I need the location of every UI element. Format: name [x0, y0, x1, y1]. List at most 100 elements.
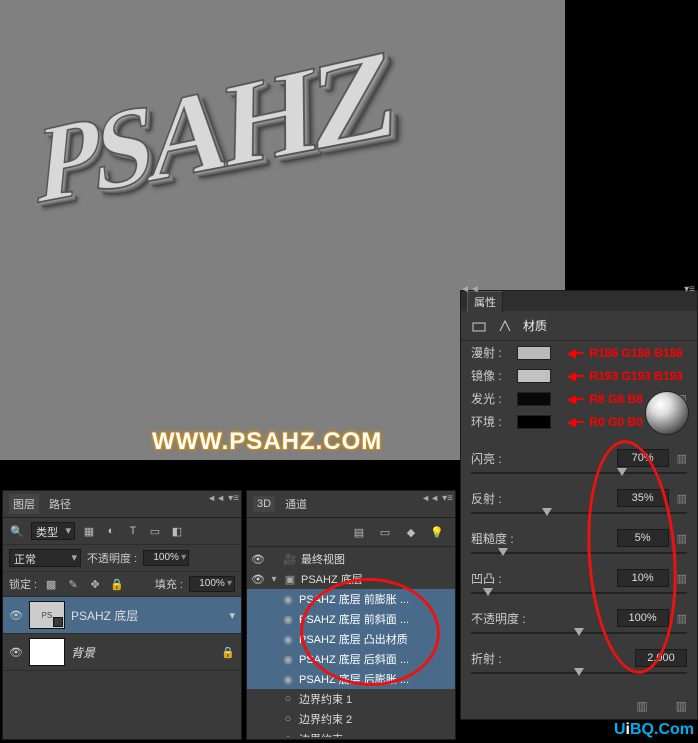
channels-tab[interactable]: 通道: [281, 494, 311, 514]
properties-panel-header[interactable]: ◄◄ 属性 ▾≡: [461, 291, 697, 311]
tree-row-material[interactable]: ◉ PSAHZ 底层 后膨胀 ...: [247, 669, 455, 689]
layers-menu-icon[interactable]: ▾≡: [228, 493, 239, 504]
filter-scene-icon[interactable]: ▤: [351, 524, 367, 540]
refract-value[interactable]: 2.000: [635, 649, 687, 667]
filter-material-icon[interactable]: ◆: [403, 524, 419, 540]
fill-value[interactable]: 100%: [189, 576, 235, 592]
material-tool-icon[interactable]: [497, 318, 513, 334]
3d-menu-icon[interactable]: ▾≡: [442, 493, 453, 504]
shine-texture-icon[interactable]: ▥: [677, 452, 687, 465]
layer-expand-icon[interactable]: ▾: [229, 609, 235, 622]
filter-smart-icon[interactable]: ◧: [169, 523, 185, 539]
3d-scene-tree: 👁 🎥 最终视图 👁 ▾ ▣ PSAHZ 底层 ◉ PSAHZ 底层 前膨胀 .…: [247, 547, 455, 737]
tree-row-material[interactable]: ◉ PSAHZ 底层 前膨胀 ...: [247, 589, 455, 609]
tree-row-material[interactable]: ◉ PSAHZ 底层 凸出材质: [247, 629, 455, 649]
3d-text: PSAHZ: [33, 0, 565, 232]
layer-name: 背景: [71, 644, 95, 661]
specular-swatch[interactable]: [517, 369, 551, 383]
tree-row-constraint[interactable]: ○ 边界约束 2: [247, 709, 455, 729]
diffuse-swatch[interactable]: [517, 346, 551, 360]
filter-pixel-icon[interactable]: ▦: [81, 523, 97, 539]
layers-tab[interactable]: 图层: [9, 494, 39, 514]
bump-slider[interactable]: [471, 589, 687, 597]
mesh-tool-icon[interactable]: [471, 318, 487, 334]
reflect-value[interactable]: 35%: [617, 489, 669, 507]
tree-row-material[interactable]: ◉ PSAHZ 底层 后斜面 ...: [247, 649, 455, 669]
material-swatch-area: 漫射 : ◀━ R186 G186 B186 镜像 : ◀━ R193 G193…: [461, 341, 697, 433]
lock-position-icon[interactable]: ✥: [87, 576, 103, 592]
prop-footer-icon-1[interactable]: ▥: [636, 699, 647, 713]
ambient-label: 环境 :: [471, 413, 511, 430]
filter-search-icon[interactable]: 🔍: [9, 523, 25, 539]
layer-item-psahz[interactable]: 👁 PS PSAHZ 底层 ▾: [3, 597, 241, 634]
tree-item-label: 最终视图: [301, 551, 345, 567]
visibility-toggle-icon[interactable]: 👁: [9, 609, 23, 622]
glow-swatch[interactable]: [517, 392, 551, 406]
properties-panel: ◄◄ 属性 ▾≡ 材质 漫射 : ◀━ R186 G186 B186 镜像 : …: [460, 290, 698, 720]
tree-row-constraint[interactable]: ○ 边界约束 ...: [247, 729, 455, 737]
shine-value[interactable]: 70%: [617, 449, 669, 467]
reflect-slider[interactable]: [471, 509, 687, 517]
tree-item-label: 边界约束 2: [299, 711, 352, 727]
filter-mesh-icon[interactable]: ▭: [377, 524, 393, 540]
filter-kind-select[interactable]: 类型: [31, 522, 75, 540]
paths-tab[interactable]: 路径: [45, 494, 75, 514]
tree-item-label: PSAHZ 底层 后斜面 ...: [299, 651, 409, 667]
lock-pixels-icon[interactable]: ✎: [65, 576, 81, 592]
opacity-label: 不透明度 :: [471, 610, 551, 627]
tree-item-label: PSAHZ 底层 前斜面 ...: [299, 611, 409, 627]
visibility-toggle-icon[interactable]: 👁: [251, 553, 265, 566]
tree-row-constraint[interactable]: ○ 边界约束 1: [247, 689, 455, 709]
glow-label: 发光 :: [471, 390, 511, 407]
annotation-arrow-icon: ◀━: [567, 369, 583, 383]
shine-slider[interactable]: [471, 469, 687, 477]
diffuse-row: 漫射 : ◀━ R186 G186 B186: [461, 341, 697, 364]
lock-all-icon[interactable]: 🔒: [109, 576, 125, 592]
filter-light-icon[interactable]: 💡: [429, 524, 445, 540]
panel-collapse-icon[interactable]: ◄◄: [460, 284, 480, 295]
material-preview-sphere[interactable]: [645, 391, 689, 435]
roughness-texture-icon[interactable]: ▥: [677, 532, 687, 545]
filter-shape-icon[interactable]: ▭: [147, 523, 163, 539]
layer-opacity-value[interactable]: 100%: [143, 550, 189, 566]
visibility-toggle-icon[interactable]: 👁: [251, 573, 265, 586]
refract-slider[interactable]: [471, 669, 687, 677]
tree-toggle-icon[interactable]: ▾: [269, 574, 279, 585]
shine-row: 闪亮 : 70% ▥: [461, 443, 697, 469]
filter-type-icon[interactable]: T: [125, 523, 141, 539]
3d-tab[interactable]: 3D: [253, 496, 275, 512]
lock-transparent-icon[interactable]: ▩: [43, 576, 59, 592]
refract-label: 折射 :: [471, 650, 541, 667]
refract-row: 折射 : 2.000: [461, 643, 697, 669]
tree-row-root[interactable]: 👁 ▾ ▣ PSAHZ 底层: [247, 569, 455, 589]
layers-collapse-icon[interactable]: ◄◄: [207, 493, 225, 503]
specular-rgb-annotation: R193 G193 B193: [589, 369, 682, 383]
ambient-swatch[interactable]: [517, 415, 551, 429]
blend-mode-select[interactable]: 正常: [9, 549, 81, 567]
reflect-texture-icon[interactable]: ▥: [677, 492, 687, 505]
panel-menu-icon[interactable]: ▾≡: [684, 284, 695, 295]
ambient-rgb-annotation: R0 G0 B0: [589, 415, 642, 429]
layer-thumbnail[interactable]: PS: [29, 601, 65, 629]
opacity-value[interactable]: 100%: [617, 609, 669, 627]
tree-item-label: 边界约束 1: [299, 691, 352, 707]
layer-thumbnail[interactable]: [29, 638, 65, 666]
tree-row-final-view[interactable]: 👁 🎥 最终视图: [247, 549, 455, 569]
material-icon: ◉: [281, 593, 295, 606]
mesh-icon: ▣: [283, 573, 297, 586]
visibility-toggle-icon[interactable]: 👁: [9, 646, 23, 659]
tree-row-material[interactable]: ◉ PSAHZ 底层 前斜面 ...: [247, 609, 455, 629]
prop-footer-icon-2[interactable]: ▥: [676, 699, 687, 713]
roughness-slider[interactable]: [471, 549, 687, 557]
layers-filter-row: 🔍 类型 ▦ ◐ T ▭ ◧: [3, 518, 241, 545]
layer-item-background[interactable]: 👁 背景 🔒: [3, 634, 241, 671]
opacity-slider[interactable]: [471, 629, 687, 637]
filter-adjust-icon[interactable]: ◐: [103, 523, 119, 539]
layers-panel: ◄◄ ▾≡ 图层 路径 🔍 类型 ▦ ◐ T ▭ ◧ 正常 不透明度 : 100…: [2, 490, 242, 740]
3d-collapse-icon[interactable]: ◄◄: [421, 493, 439, 503]
tree-item-label: 边界约束 ...: [299, 731, 355, 737]
bump-texture-icon[interactable]: ▥: [677, 572, 687, 585]
roughness-value[interactable]: 5%: [617, 529, 669, 547]
bump-value[interactable]: 10%: [617, 569, 669, 587]
opacity-texture-icon[interactable]: ▥: [677, 612, 687, 625]
